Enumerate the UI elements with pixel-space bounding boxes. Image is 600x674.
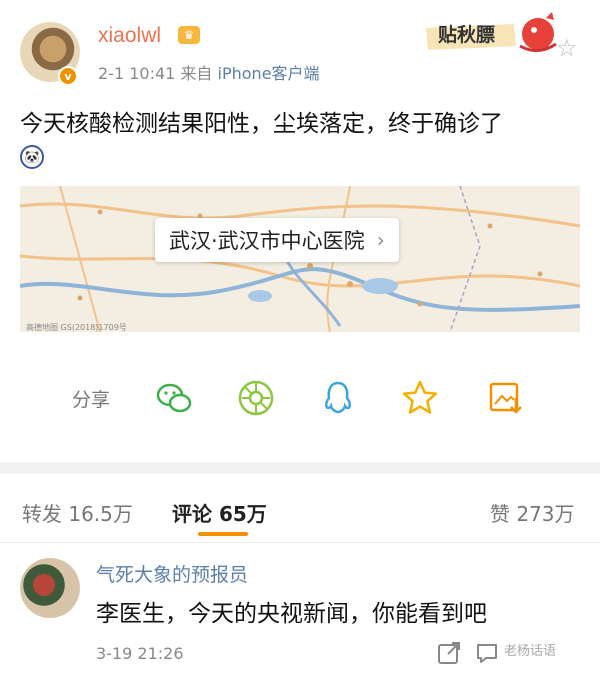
map-credit: 高德地图 GS(2018)1709号 (26, 323, 127, 332)
follow-star-icon[interactable]: ☆ (556, 34, 578, 62)
reply-comment-icon[interactable] (474, 640, 500, 666)
watermark: 老杨话语 (504, 640, 556, 659)
share-comment-icon[interactable] (436, 640, 462, 666)
wechat-icon[interactable] (154, 378, 194, 418)
verified-badge-icon: v (58, 66, 78, 86)
tab-comment[interactable]: 评论 65万 (172, 498, 267, 527)
qzone-star-icon[interactable] (400, 378, 440, 418)
author-username[interactable]: xiaolwl (98, 24, 161, 48)
watermark-text: 老杨话语 (504, 644, 557, 659)
commenter-name[interactable]: 气死大象的预报员 (96, 560, 248, 587)
tab-separator (0, 542, 600, 543)
qq-icon[interactable] (318, 378, 358, 418)
tab-like[interactable]: 赞 273万 (490, 498, 575, 527)
share-label: 分享 (72, 389, 111, 411)
source-prefix: 来自 (180, 64, 213, 83)
panda-emoji-icon: 🐼 (20, 145, 44, 169)
post-meta: 2-1 10:41 来自 iPhone客户端 (98, 60, 320, 84)
moments-icon[interactable] (236, 378, 276, 418)
active-tab-indicator (198, 532, 248, 536)
comment-time: 3-19 21:26 (96, 644, 184, 663)
chevron-right-icon: › (376, 228, 385, 252)
source-link[interactable]: iPhone客户端 (218, 64, 320, 83)
location-label[interactable]: 武汉·武汉市中心医院 › (155, 218, 399, 262)
location-name: 武汉·武汉市中心医院 (169, 229, 365, 253)
tab-repost[interactable]: 转发 16.5万 (22, 498, 133, 527)
save-image-icon[interactable] (486, 378, 526, 418)
commenter-avatar[interactable] (20, 558, 80, 618)
sticker-text: 贴秋膘 (438, 24, 496, 46)
post-text: 今天核酸检测结果阳性，尘埃落定，终于确诊了 (20, 111, 503, 137)
post-time: 2-1 10:41 (98, 64, 176, 83)
vip-crown-icon: ♛ (178, 26, 200, 44)
comment-text: 李医生，今天的央视新闻，你能看到吧 (96, 601, 487, 627)
section-divider (0, 462, 600, 474)
